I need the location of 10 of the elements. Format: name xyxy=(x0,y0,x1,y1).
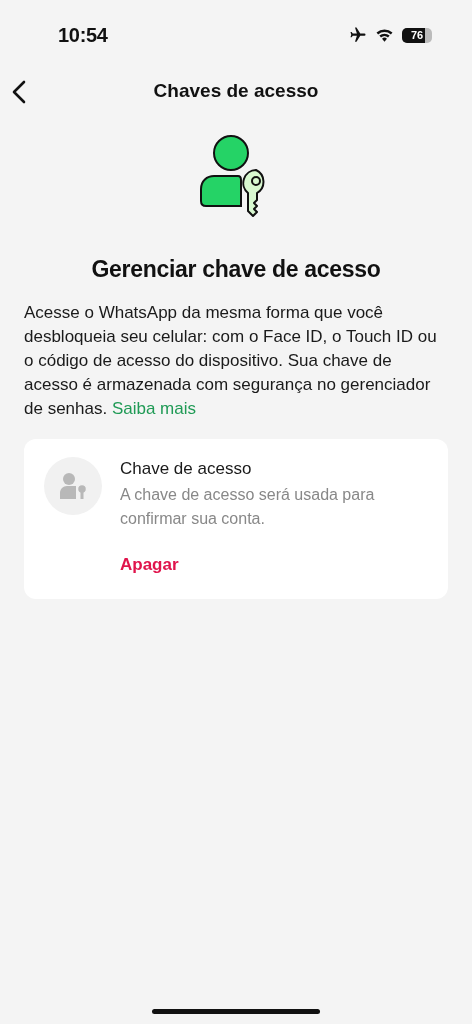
description-text: Acesse o WhatsApp da mesma forma que você desbloqueia seu celular: com o Face ID, o Touch ID ou o código de acesso do dispositivo. Sua chave de acesso é armazenada com segurança no gerenciador de senhas. Saiba mais xyxy=(24,302,438,420)
passkey-title: Chave de acesso xyxy=(120,459,253,479)
nav-title: Chaves de acesso xyxy=(153,80,319,102)
status-time: 10:54 xyxy=(58,23,108,47)
passkey-subtitle: A chave de acesso será usada para confirmar sua conta. xyxy=(120,485,376,529)
delete-button[interactable]: Apagar xyxy=(120,555,179,575)
wifi-icon xyxy=(375,27,394,43)
battery-icon: 76 xyxy=(402,27,432,43)
page-heading: Gerenciar chave de acesso xyxy=(90,256,382,283)
learn-more-link[interactable]: Saiba mais xyxy=(111,399,197,418)
